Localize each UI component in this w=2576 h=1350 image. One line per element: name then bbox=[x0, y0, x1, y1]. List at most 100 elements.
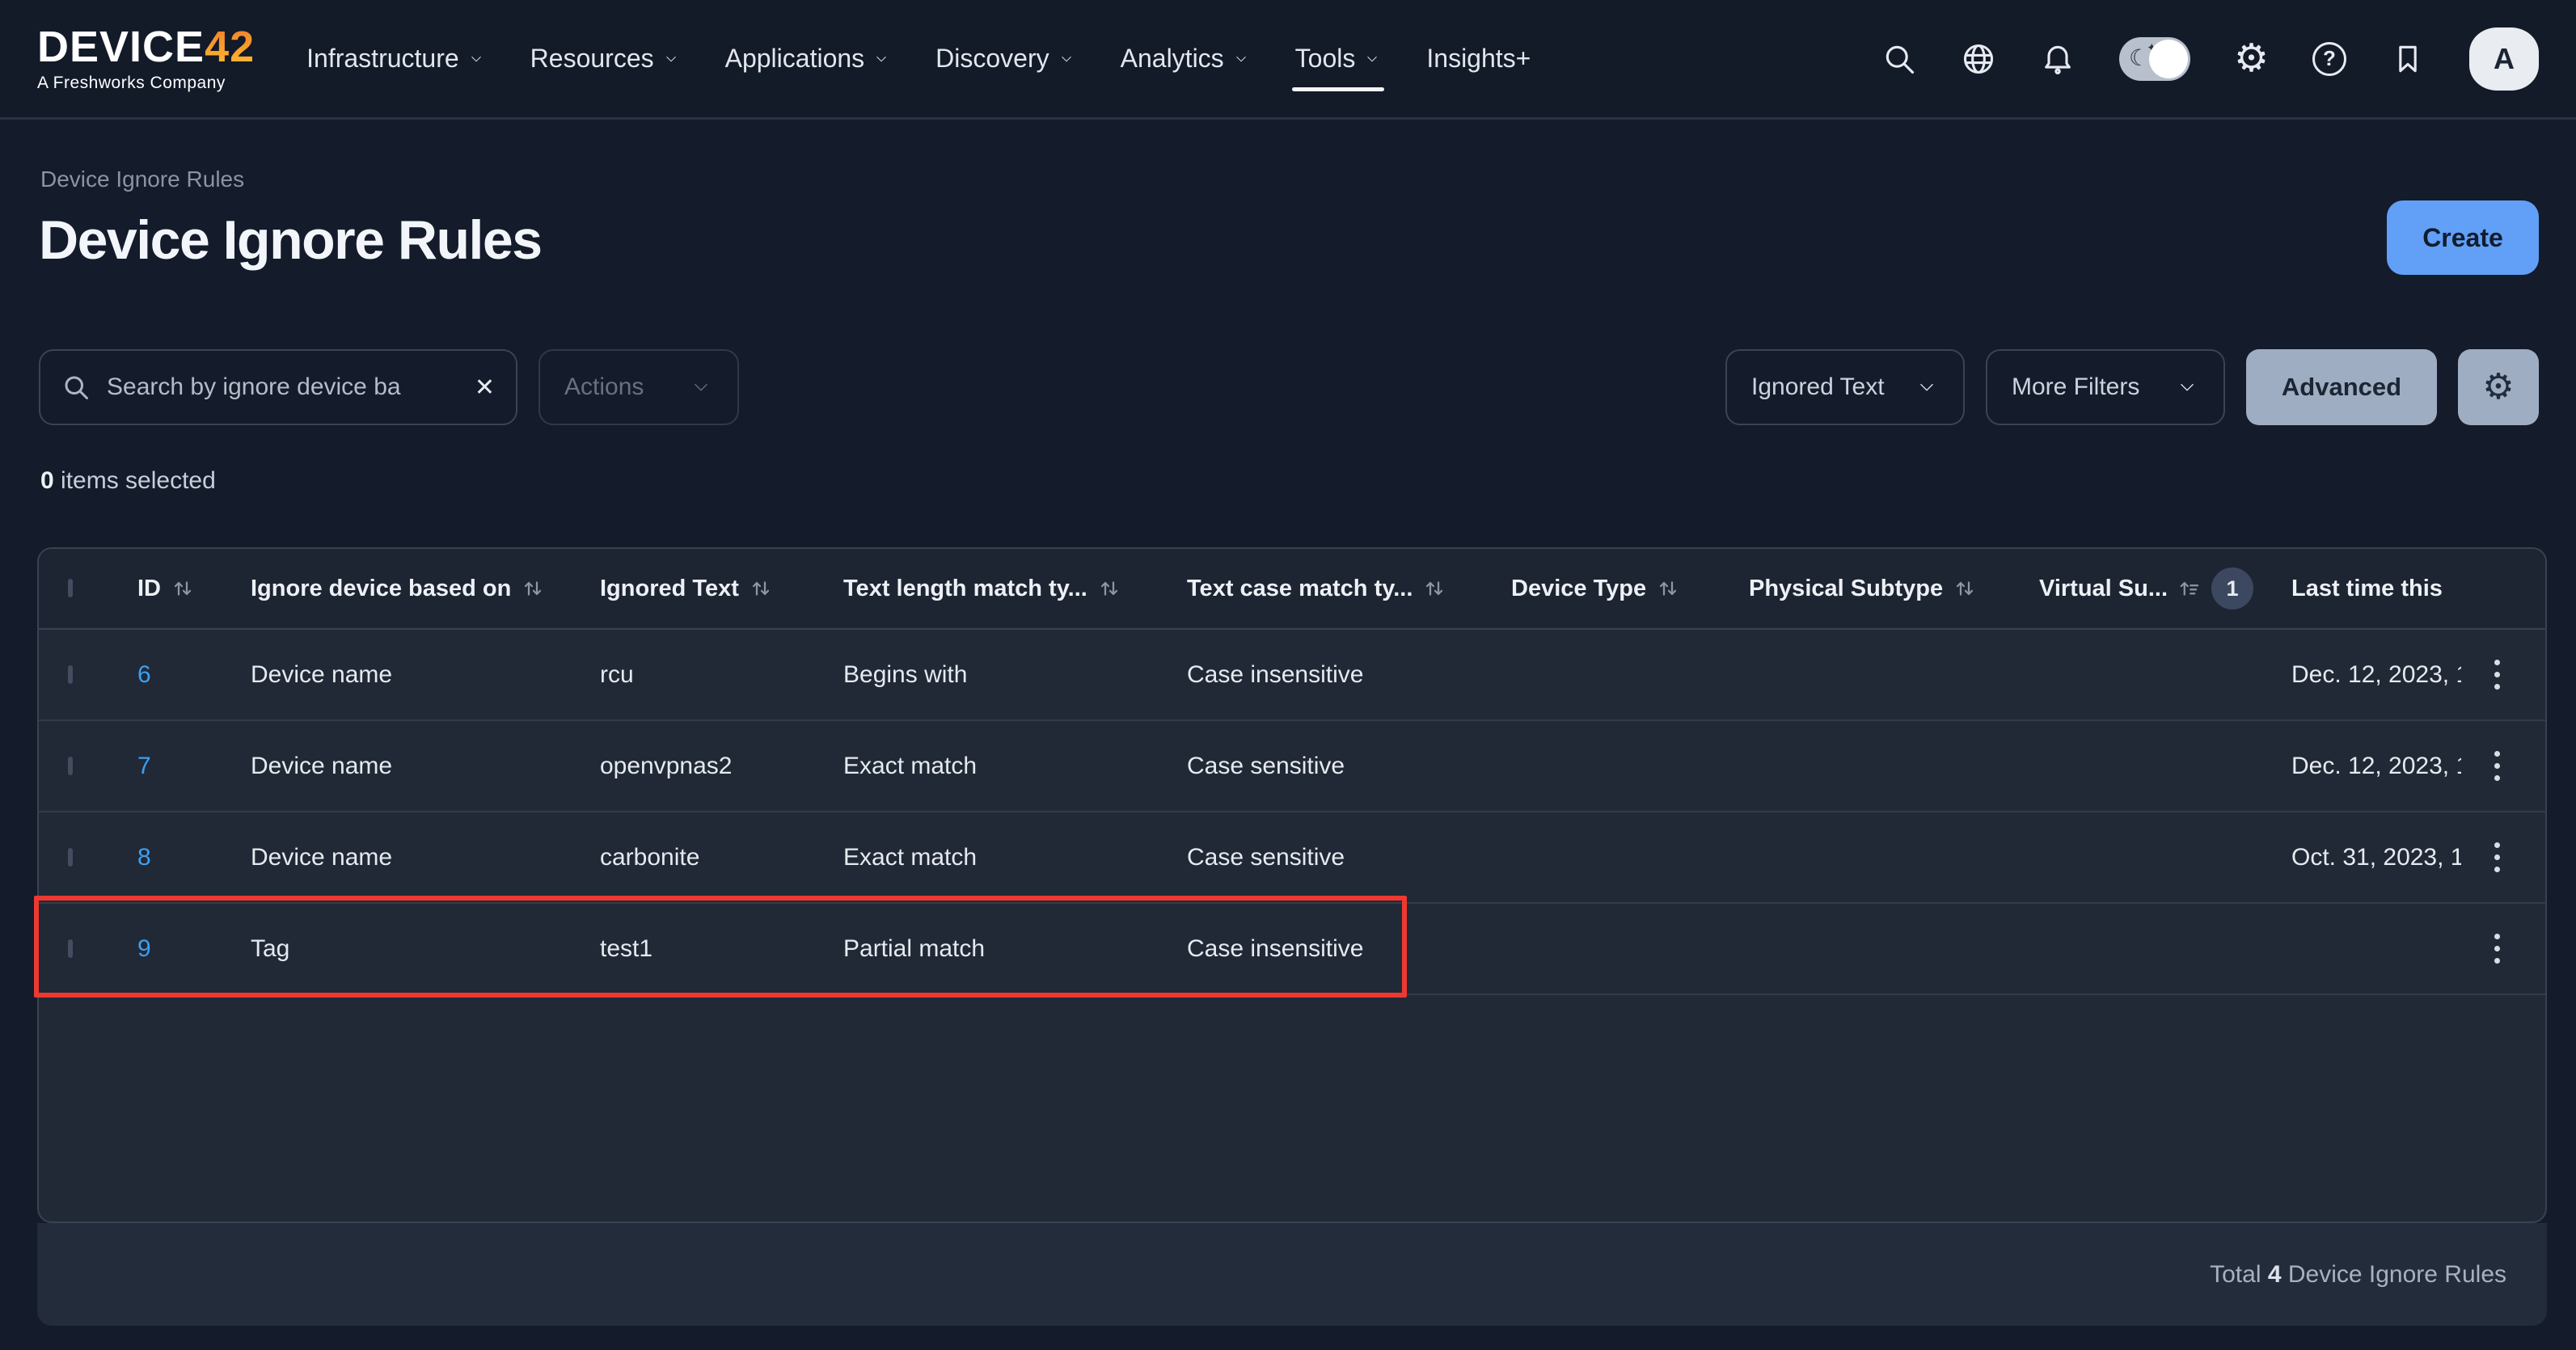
bell-icon[interactable] bbox=[2040, 41, 2076, 77]
sort-icon[interactable] bbox=[521, 576, 545, 601]
device42-logo[interactable]: DEVICE42 A Freshworks Company bbox=[37, 25, 255, 93]
bookmark-icon[interactable] bbox=[2390, 41, 2426, 77]
ignored-text-dropdown[interactable]: Ignored Text bbox=[1725, 349, 1965, 425]
cell-length-match: Partial match bbox=[843, 935, 1187, 963]
chevron-down-icon bbox=[1363, 50, 1381, 68]
row-checkbox[interactable] bbox=[68, 757, 73, 775]
actions-label: Actions bbox=[564, 373, 644, 401]
menu-item-resources[interactable]: Resources bbox=[530, 0, 680, 117]
cell-ignored-text: test1 bbox=[600, 935, 843, 963]
column-label: Last time this bbox=[2291, 576, 2443, 602]
row-checkbox[interactable] bbox=[68, 939, 73, 958]
main-menu: Infrastructure Resources Applications Di… bbox=[306, 0, 1531, 117]
row-menu-kebab-icon[interactable] bbox=[2488, 836, 2506, 879]
menu-item-tools[interactable]: Tools bbox=[1295, 0, 1382, 117]
globe-icon[interactable] bbox=[1961, 41, 1996, 77]
row-id-link[interactable]: 6 bbox=[137, 661, 251, 689]
filter-right-group: Ignored Text More Filters Advanced ⚙ bbox=[1725, 349, 2539, 425]
table-row-highlighted[interactable]: 9 Tag test1 Partial match Case insensiti… bbox=[39, 904, 2545, 995]
help-icon[interactable]: ? bbox=[2312, 42, 2346, 76]
advanced-button[interactable]: Advanced bbox=[2246, 349, 2437, 425]
menu-label: Analytics bbox=[1121, 44, 1224, 74]
table-row[interactable]: 7 Device name openvpnas2 Exact match Cas… bbox=[39, 721, 2545, 812]
sort-ascending-icon[interactable] bbox=[2177, 576, 2202, 601]
chevron-down-icon bbox=[1058, 50, 1075, 68]
column-header-text-case-match[interactable]: Text case match ty... bbox=[1187, 576, 1511, 602]
column-label: Device Type bbox=[1511, 576, 1646, 602]
search-icon[interactable] bbox=[1881, 41, 1917, 77]
cell-case-match: Case sensitive bbox=[1187, 844, 1511, 871]
sort-icon[interactable] bbox=[1656, 576, 1680, 601]
device-ignore-rules-table: ID Ignore device based on Ignored Text T… bbox=[37, 547, 2547, 1223]
menu-label: Discovery bbox=[935, 44, 1049, 74]
cell-length-match: Exact match bbox=[843, 753, 1187, 780]
sort-icon[interactable] bbox=[1953, 576, 1977, 601]
question-glyph: ? bbox=[2312, 42, 2346, 76]
chevron-down-icon bbox=[1232, 50, 1250, 68]
breadcrumb[interactable]: Device Ignore Rules bbox=[40, 167, 244, 192]
chevron-down-icon bbox=[689, 375, 713, 399]
menu-label: Resources bbox=[530, 44, 654, 74]
sort-icon[interactable] bbox=[1097, 576, 1121, 601]
menu-item-applications[interactable]: Applications bbox=[725, 0, 891, 117]
cell-ignored-text: rcu bbox=[600, 661, 843, 689]
sort-priority-badge: 1 bbox=[2211, 567, 2253, 610]
search-icon bbox=[61, 373, 91, 402]
row-id-link[interactable]: 7 bbox=[137, 753, 251, 780]
total-suffix: Device Ignore Rules bbox=[2282, 1261, 2506, 1289]
row-menu-kebab-icon[interactable] bbox=[2488, 745, 2506, 787]
column-header-virtual-subtype[interactable]: Virtual Su... 1 bbox=[2039, 567, 2291, 610]
chevron-down-icon bbox=[2175, 375, 2199, 399]
row-checkbox[interactable] bbox=[68, 665, 73, 684]
menu-item-insights[interactable]: Insights+ bbox=[1426, 0, 1531, 117]
menu-item-infrastructure[interactable]: Infrastructure bbox=[306, 0, 485, 117]
more-filters-label: More Filters bbox=[2012, 373, 2139, 401]
more-filters-dropdown[interactable]: More Filters bbox=[1986, 349, 2225, 425]
column-header-device-type[interactable]: Device Type bbox=[1511, 576, 1749, 602]
column-header-ignored-text[interactable]: Ignored Text bbox=[600, 576, 843, 602]
search-input[interactable] bbox=[107, 373, 458, 401]
row-id-link[interactable]: 9 bbox=[137, 935, 251, 963]
cell-case-match: Case insensitive bbox=[1187, 935, 1511, 963]
cell-based-on: Device name bbox=[251, 844, 600, 871]
page-title: Device Ignore Rules bbox=[39, 209, 542, 272]
sort-icon[interactable] bbox=[1422, 576, 1446, 601]
total-prefix: Total bbox=[2210, 1261, 2268, 1289]
column-header-last-time[interactable]: Last time this bbox=[2291, 576, 2461, 602]
clear-search-icon[interactable]: ✕ bbox=[475, 373, 495, 402]
row-id-link[interactable]: 8 bbox=[137, 844, 251, 871]
row-menu-kebab-icon[interactable] bbox=[2488, 927, 2506, 970]
row-menu-kebab-icon[interactable] bbox=[2488, 653, 2506, 696]
menu-item-discovery[interactable]: Discovery bbox=[935, 0, 1075, 117]
column-label: Ignore device based on bbox=[251, 576, 511, 602]
device42-app: DEVICE42 A Freshworks Company Infrastruc… bbox=[0, 0, 2576, 1350]
select-all-checkbox[interactable] bbox=[68, 579, 73, 597]
selection-count-suffix: items selected bbox=[54, 467, 216, 494]
column-header-ignore-device-based-on[interactable]: Ignore device based on bbox=[251, 576, 600, 602]
table-settings-button[interactable]: ⚙ bbox=[2458, 349, 2539, 425]
chevron-down-icon bbox=[872, 50, 890, 68]
table-row[interactable]: 8 Device name carbonite Exact match Case… bbox=[39, 812, 2545, 904]
column-header-id[interactable]: ID bbox=[137, 576, 251, 602]
gear-icon[interactable]: ⚙ bbox=[2234, 40, 2269, 78]
theme-toggle[interactable]: ☾ ✦ bbox=[2119, 37, 2190, 81]
table-row[interactable]: 6 Device name rcu Begins with Case insen… bbox=[39, 630, 2545, 721]
column-header-text-length-match[interactable]: Text length match ty... bbox=[843, 576, 1187, 602]
cell-last-time: Dec. 12, 2023, 1 bbox=[2291, 661, 2461, 689]
logo-tagline: A Freshworks Company bbox=[37, 74, 255, 93]
chevron-down-icon bbox=[1915, 375, 1939, 399]
column-header-physical-subtype[interactable]: Physical Subtype bbox=[1749, 576, 2039, 602]
column-label: Virtual Su... bbox=[2039, 576, 2168, 602]
avatar[interactable]: A bbox=[2469, 27, 2539, 91]
actions-dropdown[interactable]: Actions bbox=[538, 349, 739, 425]
cell-based-on: Tag bbox=[251, 935, 600, 963]
sort-icon[interactable] bbox=[171, 576, 195, 601]
menu-item-analytics[interactable]: Analytics bbox=[1121, 0, 1250, 117]
column-label: Text length match ty... bbox=[843, 576, 1087, 602]
column-label: Physical Subtype bbox=[1749, 576, 1943, 602]
sort-icon[interactable] bbox=[749, 576, 773, 601]
menu-label: Tools bbox=[1295, 44, 1356, 74]
create-button[interactable]: Create bbox=[2387, 200, 2539, 275]
row-checkbox[interactable] bbox=[68, 848, 73, 867]
chevron-down-icon bbox=[467, 50, 485, 68]
